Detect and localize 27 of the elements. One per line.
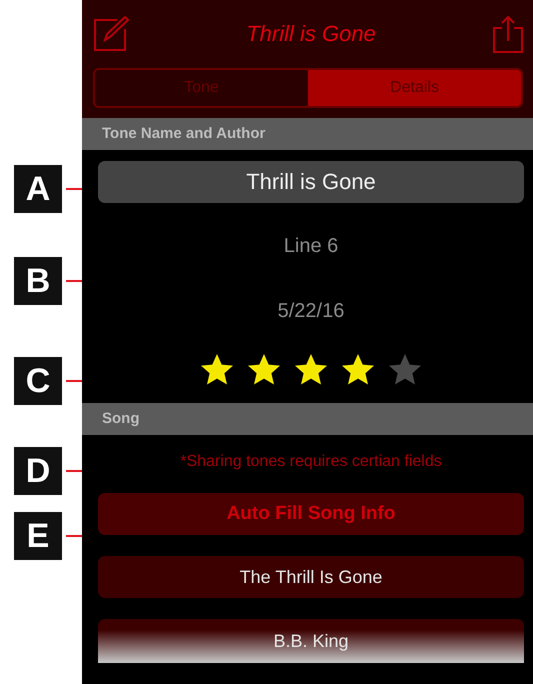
section-header: Tone Name and Author (82, 118, 533, 150)
callout-label: D (14, 447, 62, 495)
leader-line (66, 280, 82, 282)
author-text: Line 6 (284, 235, 338, 258)
callout-label: B (14, 257, 62, 305)
edit-icon[interactable] (93, 16, 129, 52)
star-icon[interactable] (294, 353, 328, 387)
callout-label: E (14, 512, 62, 560)
star-icon[interactable] (200, 353, 234, 387)
artist-field[interactable]: B.B. King (98, 619, 524, 663)
tone-name-field[interactable]: Thrill is Gone (98, 161, 524, 203)
leader-line (66, 380, 82, 382)
share-icon[interactable] (493, 15, 523, 53)
leader-line (66, 188, 82, 190)
star-icon[interactable] (247, 353, 281, 387)
song-title-field[interactable]: The Thrill Is Gone (98, 556, 524, 598)
screen-title: Thrill is Gone (246, 21, 376, 47)
star-icon[interactable] (341, 353, 375, 387)
section-header: Song (82, 403, 533, 435)
date-text: 5/22/16 (278, 300, 344, 323)
notice-text: *Sharing tones requires certian fields (180, 452, 442, 471)
star-rating[interactable] (200, 353, 422, 387)
leader-line (66, 470, 82, 472)
callout-label: C (14, 357, 62, 405)
leader-line (66, 535, 82, 537)
star-icon[interactable] (388, 353, 422, 387)
callout-label: A (14, 165, 62, 213)
